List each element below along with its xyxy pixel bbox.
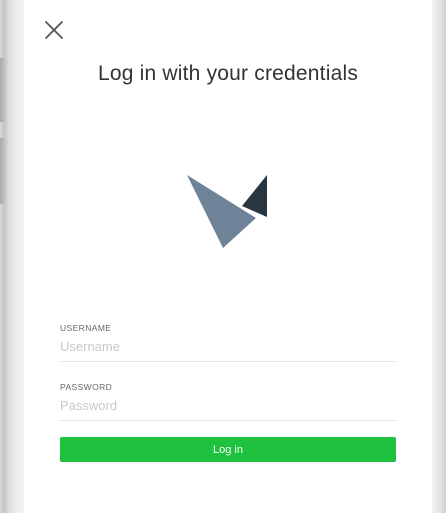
volume-up-button [0, 58, 6, 122]
password-field: PASSWORD [60, 382, 396, 421]
logo-icon [187, 175, 267, 248]
page-title: Log in with your credentials [97, 62, 359, 85]
password-label: PASSWORD [60, 382, 113, 392]
password-input[interactable] [60, 398, 396, 421]
close-button[interactable] [42, 18, 66, 42]
username-field: USERNAME [60, 323, 396, 362]
logo [184, 170, 270, 257]
username-input[interactable] [60, 339, 396, 362]
volume-down-button [0, 138, 6, 204]
device-edge [432, 0, 446, 513]
login-screen: Log in with your credentials USERNAME PA… [24, 0, 432, 513]
close-icon [45, 21, 63, 39]
device-frame: Log in with your credentials USERNAME PA… [0, 0, 446, 513]
username-label: USERNAME [60, 323, 112, 333]
login-button[interactable]: Log in [60, 437, 396, 462]
